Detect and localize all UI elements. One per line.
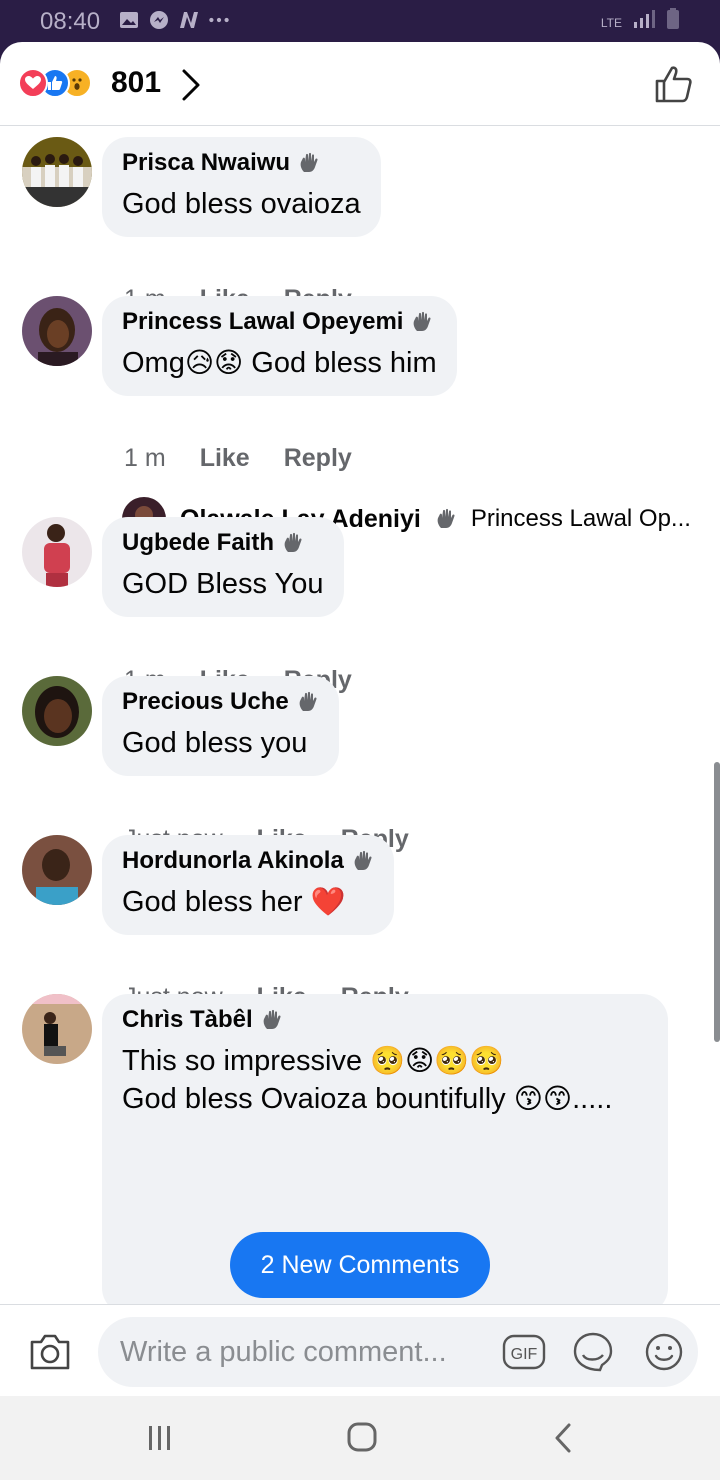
comment-text: GOD Bless You	[122, 568, 324, 600]
emoji: 😙😙	[513, 1082, 573, 1115]
avatar[interactable]	[22, 676, 92, 746]
comment-bubble[interactable]: Precious Uche God bless you	[102, 676, 339, 776]
comment-text: Omg😥😟 God bless him	[122, 346, 437, 379]
comment-text: God bless Ovaioza bountifully 😙😙.....	[122, 1082, 613, 1115]
avatar[interactable]	[22, 517, 92, 587]
reply-link[interactable]: Reply	[284, 444, 352, 473]
network-label: LTE	[600, 16, 622, 30]
chevron-right-icon[interactable]	[180, 68, 202, 102]
notification-icons	[118, 10, 230, 30]
comment-author[interactable]: Princess Lawal Opeyemi	[122, 308, 403, 336]
comment-bubble[interactable]: Prisca Nwaiwu God bless ovaioza	[102, 137, 381, 237]
top-fan-badge-icon	[284, 532, 302, 552]
top-fan-badge-icon	[437, 508, 455, 528]
emoji: 🥺😟🥺🥺	[370, 1044, 504, 1077]
signal-icon	[634, 10, 655, 28]
comment-composer: GIF	[0, 1304, 720, 1396]
comment-input[interactable]	[120, 1317, 480, 1387]
comment-text: God bless her ❤️	[122, 885, 346, 918]
avatar[interactable]	[22, 296, 92, 366]
top-fan-badge-icon	[354, 850, 372, 870]
comment-bubble[interactable]: Ugbede Faith GOD Bless You	[102, 517, 344, 617]
top-fan-badge-icon	[414, 311, 432, 331]
reactions-header: 801	[0, 42, 720, 126]
top-fan-badge-icon	[300, 152, 318, 172]
home-icon[interactable]	[342, 1420, 382, 1456]
comment-text: God bless you	[122, 727, 308, 759]
love-reaction-icon	[18, 68, 48, 98]
comment-time: 1 m	[124, 444, 166, 472]
messenger-icon	[148, 10, 170, 30]
reaction-count[interactable]: 801	[111, 66, 161, 100]
back-icon[interactable]	[544, 1420, 584, 1456]
gif-icon[interactable]: GIF	[502, 1334, 546, 1370]
comment-author[interactable]: Prisca Nwaiwu	[122, 149, 290, 177]
top-fan-badge-icon	[263, 1009, 281, 1029]
comment-input-wrapper[interactable]: GIF	[98, 1317, 698, 1387]
news-app-icon	[178, 10, 200, 30]
system-nav-bar	[0, 1396, 720, 1480]
avatar[interactable]	[22, 137, 92, 207]
status-bar: 08:40 LTE	[0, 0, 720, 42]
status-time: 08:40	[40, 8, 101, 35]
scrollbar[interactable]	[714, 762, 720, 1042]
gallery-icon	[118, 10, 140, 30]
camera-icon[interactable]	[28, 1332, 72, 1372]
avatar[interactable]	[22, 835, 92, 905]
status-right: LTE	[601, 8, 680, 30]
sticker-icon[interactable]	[572, 1331, 614, 1373]
comment-text: This so impressive 🥺😟🥺🥺	[122, 1044, 504, 1077]
emoji-icon[interactable]	[644, 1332, 684, 1372]
top-fan-badge-icon	[299, 691, 317, 711]
emoji: 😥😟	[184, 346, 244, 379]
like-outline-icon[interactable]	[654, 64, 694, 104]
like-link[interactable]: Like	[200, 444, 250, 473]
comments-sheet: 801 Prisca Nwaiwu God bless ovaioza 1 m …	[0, 42, 720, 1396]
comment-actions: 1 m Like Reply	[124, 444, 352, 473]
comment-author[interactable]: Chrìs Tàbêl	[122, 1006, 253, 1034]
reaction-icons[interactable]	[18, 68, 92, 98]
recent-apps-icon[interactable]	[140, 1420, 180, 1456]
new-comments-button[interactable]: 2 New Comments	[230, 1232, 490, 1298]
comment-list: Prisca Nwaiwu God bless ovaioza 1 m Like…	[0, 127, 720, 1305]
more-notifications-icon	[208, 10, 230, 30]
avatar[interactable]	[22, 994, 92, 1064]
comment-text: God bless ovaioza	[122, 188, 361, 220]
comment-author[interactable]: Ugbede Faith	[122, 529, 274, 557]
comment-author[interactable]: Precious Uche	[122, 688, 289, 716]
svg-text:GIF: GIF	[511, 1346, 538, 1363]
comment-bubble[interactable]: Hordunorla Akinola God bless her ❤️	[102, 835, 394, 935]
heart-emoji: ❤️	[310, 885, 346, 918]
comment-bubble[interactable]: Princess Lawal Opeyemi Omg😥😟 God bless h…	[102, 296, 457, 396]
reply-text: Princess Lawal Op...	[470, 505, 691, 532]
battery-icon	[667, 8, 679, 29]
comment-author[interactable]: Hordunorla Akinola	[122, 847, 344, 875]
